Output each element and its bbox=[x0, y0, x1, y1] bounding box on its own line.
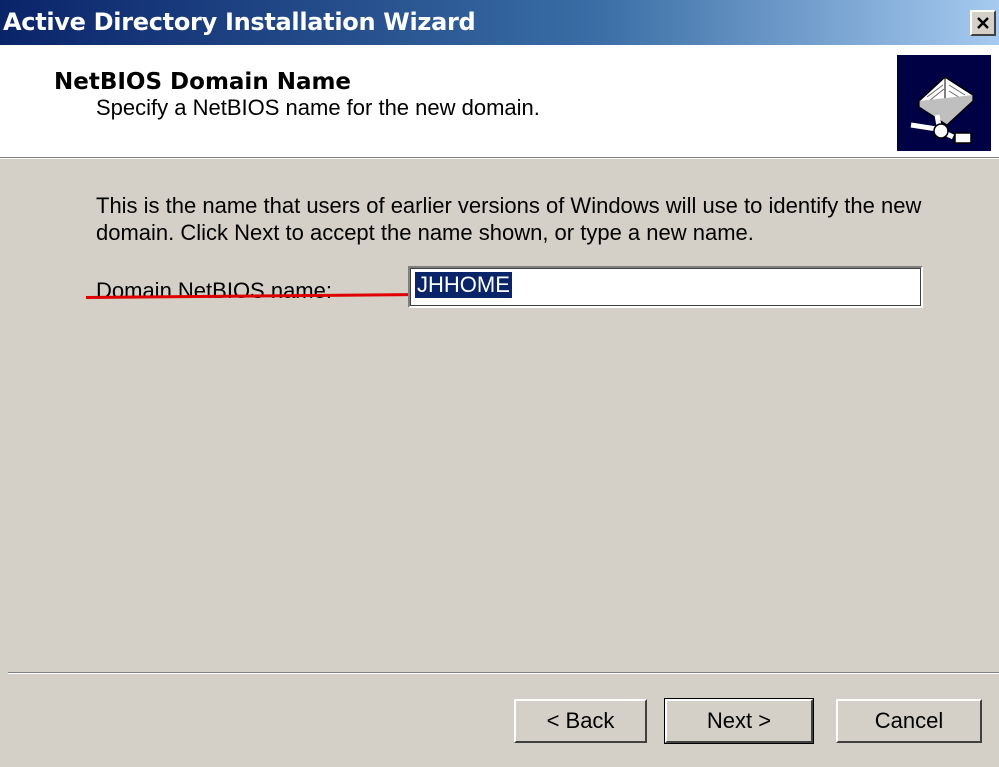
header-panel: NetBIOS Domain Name Specify a NetBIOS na… bbox=[0, 45, 999, 157]
netbios-name-input[interactable]: JHHOME bbox=[408, 266, 923, 308]
page-title: NetBIOS Domain Name bbox=[54, 69, 352, 95]
instructions-text: This is the name that users of earlier v… bbox=[96, 193, 922, 245]
book-network-icon bbox=[897, 55, 991, 151]
cancel-button[interactable]: Cancel bbox=[836, 699, 982, 743]
netbios-name-label: Domain NetBIOS name: bbox=[96, 278, 332, 303]
page-subtitle: Specify a NetBIOS name for the new domai… bbox=[96, 95, 540, 120]
title-bar[interactable]: Active Directory Installation Wizard bbox=[0, 0, 999, 45]
netbios-name-value[interactable]: JHHOME bbox=[415, 272, 512, 298]
next-button[interactable]: Next > bbox=[664, 698, 814, 744]
window-title: Active Directory Installation Wizard bbox=[3, 8, 476, 36]
close-button[interactable] bbox=[970, 10, 996, 36]
header-divider-highlight bbox=[0, 158, 999, 159]
wizard-window: Active Directory Installation Wizard Net… bbox=[0, 0, 999, 767]
close-icon bbox=[977, 17, 989, 29]
back-button[interactable]: < Back bbox=[514, 699, 647, 743]
footer-divider-highlight bbox=[8, 673, 999, 674]
